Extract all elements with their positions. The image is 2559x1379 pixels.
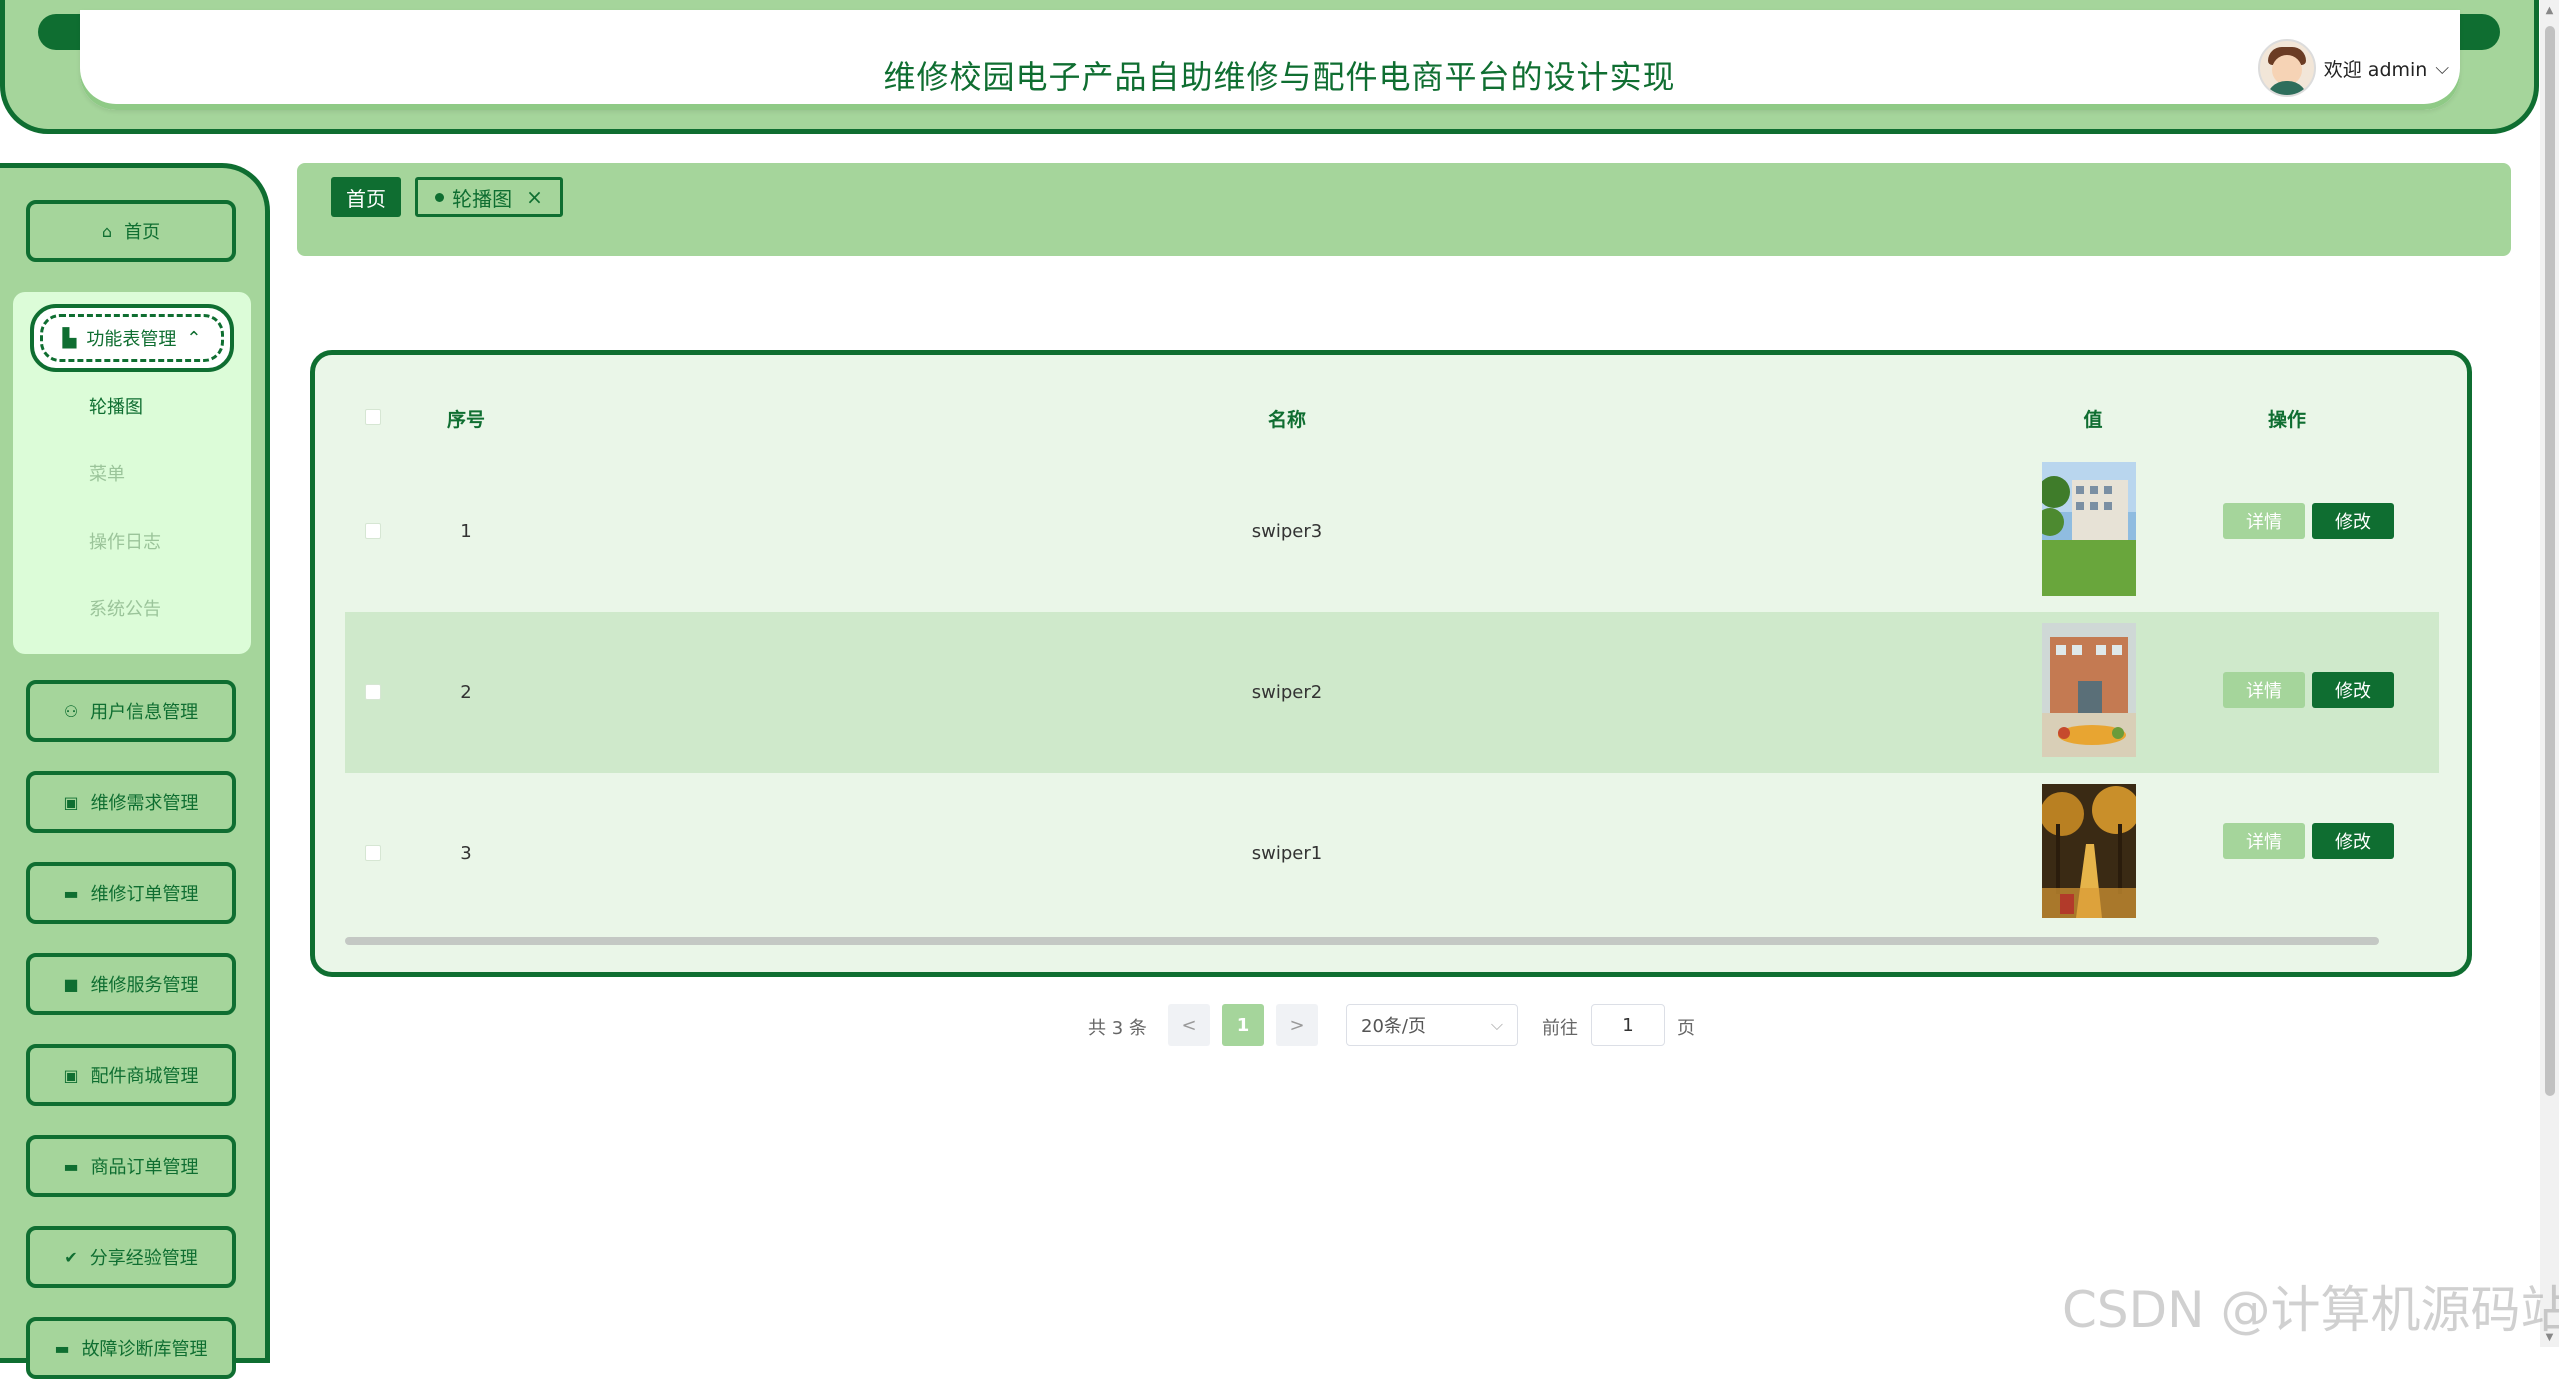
row-index: 2 xyxy=(460,682,472,703)
sidebar-item-label: 分享经验管理 xyxy=(89,1248,198,1269)
prev-page-button[interactable]: < xyxy=(1168,1004,1210,1046)
submenu-item-menu[interactable]: 菜单 xyxy=(89,460,125,486)
sidebar-item-label: 功能表管理 xyxy=(86,329,177,350)
chip-icon: ▣ xyxy=(63,1065,79,1085)
welcome-text: 欢迎 admin xyxy=(2323,58,2428,81)
order-icon: ▬ xyxy=(63,883,79,903)
column-header-value: 值 xyxy=(2083,409,2103,431)
function-submenu-panel: ▙ 功能表管理 ⌃ 轮播图 菜单 操作日志 系统公告 xyxy=(13,292,251,654)
sidebar-item-label: 商品订单管理 xyxy=(90,1157,199,1178)
tab-label: 轮播图 xyxy=(452,186,513,211)
sidebar-item-label: 首页 xyxy=(124,222,161,243)
tabs-bar: 首页 轮播图 × xyxy=(297,163,2511,256)
column-header-name: 名称 xyxy=(1267,409,1307,431)
table-header-row: 序号 名称 值 操作 xyxy=(345,385,2439,451)
data-table: 序号 名称 值 操作 1 swiper3 详情 修改 2 swiper2 详情 … xyxy=(310,350,2472,977)
sidebar-item-home[interactable]: ⌂ 首页 xyxy=(26,200,236,262)
goto-label: 前往 xyxy=(1542,1018,1578,1039)
edit-button[interactable]: 修改 xyxy=(2312,672,2394,708)
sidebar-item-label: 用户信息管理 xyxy=(90,702,199,723)
chevron-up-icon: ⌃ xyxy=(186,327,202,349)
tab-home[interactable]: 首页 xyxy=(331,177,401,217)
detail-button[interactable]: 详情 xyxy=(2223,672,2305,708)
select-all-checkbox[interactable] xyxy=(365,409,381,425)
row-checkbox[interactable] xyxy=(365,523,381,539)
scroll-up-icon[interactable]: ▲ xyxy=(2540,0,2559,20)
sidebar-item-label: 故障诊断库管理 xyxy=(81,1339,208,1360)
active-dot-icon xyxy=(435,192,445,202)
sidebar-item-function-menu[interactable]: ▙ 功能表管理 ⌃ xyxy=(30,304,234,372)
order-icon: ▬ xyxy=(54,1338,70,1358)
page-number-button[interactable]: 1 xyxy=(1222,1004,1264,1046)
submenu-item-announcement[interactable]: 系统公告 xyxy=(89,595,161,621)
row-image[interactable] xyxy=(2042,784,2136,918)
table-row: 1 swiper3 详情 修改 xyxy=(345,451,2439,612)
user-icon: ⚇ xyxy=(63,701,79,721)
column-header-index: 序号 xyxy=(446,409,486,431)
table-row: 3 swiper1 详情 修改 xyxy=(345,773,2439,934)
sidebar-item-label: 维修需求管理 xyxy=(90,793,199,814)
chevron-down-icon: ⌵ xyxy=(2435,57,2449,79)
sidebar-item-label: 维修服务管理 xyxy=(90,975,199,996)
sidebar-item-parts-mall[interactable]: ▣ 配件商城管理 xyxy=(26,1044,236,1106)
row-name: swiper3 xyxy=(1251,521,1323,542)
row-index: 1 xyxy=(460,521,472,542)
tab-carousel[interactable]: 轮播图 × xyxy=(415,177,563,217)
chevron-down-icon: ⌵ xyxy=(1490,1015,1503,1034)
user-menu[interactable]: 欢迎 admin ⌵ xyxy=(2257,39,2449,97)
chip-icon: ▣ xyxy=(63,792,79,812)
sidebar-item-user-info[interactable]: ⚇ 用户信息管理 xyxy=(26,680,236,742)
sidebar-item-repair-service[interactable]: ■ 维修服务管理 xyxy=(26,953,236,1015)
row-name: swiper1 xyxy=(1251,843,1323,864)
row-checkbox[interactable] xyxy=(365,845,381,861)
folder-icon: ■ xyxy=(63,974,79,994)
submenu-item-carousel[interactable]: 轮播图 xyxy=(89,393,143,419)
detail-button[interactable]: 详情 xyxy=(2223,823,2305,859)
sidebar-item-fault-diagnosis[interactable]: ▬ 故障诊断库管理 xyxy=(26,1317,236,1379)
sidebar-item-label: 配件商城管理 xyxy=(90,1066,199,1087)
row-image[interactable] xyxy=(2042,462,2136,596)
page-size-value: 20条/页 xyxy=(1361,1016,1426,1037)
building-icon: ▙ xyxy=(62,327,77,349)
page-size-select[interactable]: 20条/页 ⌵ xyxy=(1346,1004,1518,1046)
submenu-item-operation-log[interactable]: 操作日志 xyxy=(89,528,161,554)
column-header-actions: 操作 xyxy=(2267,409,2307,431)
row-image[interactable] xyxy=(2042,623,2136,757)
sidebar-item-repair-demand[interactable]: ▣ 维修需求管理 xyxy=(26,771,236,833)
watermark: CSDN @计算机源码站 xyxy=(2062,1281,2559,1339)
home-icon: ⌂ xyxy=(101,221,113,241)
row-name: swiper2 xyxy=(1251,682,1323,703)
row-checkbox[interactable] xyxy=(365,684,381,700)
detail-button[interactable]: 详情 xyxy=(2223,503,2305,539)
next-page-button[interactable]: > xyxy=(1276,1004,1318,1046)
edit-button[interactable]: 修改 xyxy=(2312,503,2394,539)
edit-button[interactable]: 修改 xyxy=(2312,823,2394,859)
check-circle-icon: ✔ xyxy=(64,1247,78,1267)
horizontal-scrollbar[interactable] xyxy=(345,937,2379,945)
sidebar-item-label: 维修订单管理 xyxy=(90,884,199,905)
goto-page-input[interactable]: 1 xyxy=(1591,1004,1665,1046)
sidebar-item-share-experience[interactable]: ✔ 分享经验管理 xyxy=(26,1226,236,1288)
avatar xyxy=(2257,39,2316,97)
table-row: 2 swiper2 详情 修改 xyxy=(345,612,2439,773)
page-suffix: 页 xyxy=(1677,1018,1695,1039)
sidebar: ⌂ 首页 ▙ 功能表管理 ⌃ 轮播图 菜单 操作日志 系统公告 ⚇ 用户信息管理… xyxy=(0,163,270,1379)
scrollbar-thumb[interactable] xyxy=(2545,26,2555,1096)
row-index: 3 xyxy=(460,843,472,864)
pagination-total: 共 3 条 xyxy=(1088,1018,1147,1039)
card-icon: ▬ xyxy=(63,1156,79,1176)
sidebar-item-product-order[interactable]: ▬ 商品订单管理 xyxy=(26,1135,236,1197)
page-title: 维修校园电子产品自助维修与配件电商平台的设计实现 xyxy=(883,58,1676,96)
close-icon[interactable]: × xyxy=(526,185,543,209)
sidebar-item-repair-order[interactable]: ▬ 维修订单管理 xyxy=(26,862,236,924)
